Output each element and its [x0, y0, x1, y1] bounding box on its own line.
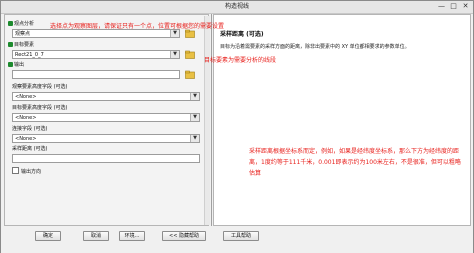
cancel-button[interactable]: 取消: [83, 231, 109, 241]
target-features-value: Rect21_0_7: [15, 52, 44, 58]
observer-points-label: 观点分析: [14, 21, 35, 27]
browse-folder-icon[interactable]: [185, 29, 195, 38]
observer-height-field-combo[interactable]: <None> ▼: [12, 92, 200, 101]
output-direction-label: 输出方向: [21, 169, 42, 175]
chevron-down-icon[interactable]: ▼: [170, 51, 179, 58]
title-bar: 构造视线 — □ ✕: [1, 1, 473, 14]
target-height-field-label: 目标要素高度字段 (可选): [12, 105, 68, 111]
chevron-down-icon[interactable]: ▼: [170, 30, 179, 37]
annotation-observer: 选择点为观察图层，请保证只有一个点，位置可根据您的需要设置: [50, 23, 225, 30]
sampling-distance-label: 采样距离 (可选): [12, 146, 48, 152]
help-text: 目标为沿着需要素的采样方面的距离，除非出要素中的 XY 单位都相要求的参数单位。: [220, 44, 410, 50]
tool-dialog: 构造视线 — □ ✕ 观点分析 观察点 ▼ 目标要素 Rect21_0_7 ▼ …: [0, 0, 474, 253]
browse-folder-icon[interactable]: [185, 50, 195, 59]
target-features-label: 目标要素: [14, 42, 35, 48]
window-title: 构造视线: [224, 3, 249, 10]
environments-button[interactable]: 环境...: [119, 231, 145, 241]
observer-height-field-value: <None>: [15, 94, 37, 100]
help-pane: 采样距离 (可选) 目标为沿着需要素的采样方面的距离，除非出要素中的 XY 单位…: [213, 14, 471, 226]
observer-points-value: 观察点: [15, 31, 31, 37]
chevron-down-icon[interactable]: ▼: [190, 114, 199, 121]
ok-button[interactable]: 确定: [35, 231, 61, 241]
hide-help-button[interactable]: << 隐藏帮助: [162, 231, 206, 241]
observer-points-combo[interactable]: 观察点 ▼: [12, 29, 180, 38]
join-field-combo[interactable]: <None> ▼: [12, 134, 200, 143]
output-label: 输出: [14, 62, 25, 68]
browse-folder-icon[interactable]: [185, 70, 195, 79]
join-field-value: <None>: [15, 136, 37, 142]
target-height-field-value: <None>: [15, 115, 37, 121]
sampling-distance-input[interactable]: [12, 154, 200, 163]
required-indicator-icon: [8, 21, 13, 26]
chevron-down-icon[interactable]: ▼: [190, 135, 199, 142]
output-input[interactable]: [12, 70, 180, 79]
output-direction-checkbox[interactable]: [12, 167, 19, 174]
pane-splitter[interactable]: [211, 14, 212, 226]
close-button[interactable]: ✕: [459, 2, 472, 11]
join-field-label: 连接字段 (可选): [12, 126, 48, 132]
help-title: 采样距离 (可选): [220, 31, 264, 38]
target-features-combo[interactable]: Rect21_0_7 ▼: [12, 50, 180, 59]
annotation-sampling: 采样距离根据坐标系而定，例如，如果是经纬度坐标系，那么下方为经纬度的距离，1度约…: [249, 148, 461, 177]
target-height-field-combo[interactable]: <None> ▼: [12, 113, 200, 122]
tool-help-button[interactable]: 工具帮助: [223, 231, 259, 241]
observer-height-field-label: 观察要素高度字段 (可选): [12, 84, 68, 90]
annotation-target: 目标要素为需要分析的线段: [204, 57, 277, 64]
required-indicator-icon: [8, 42, 13, 47]
chevron-down-icon[interactable]: ▼: [190, 93, 199, 100]
required-indicator-icon: [8, 62, 13, 67]
parameters-scrollbar[interactable]: [204, 16, 210, 225]
parameters-pane: 观点分析 观察点 ▼ 目标要素 Rect21_0_7 ▼ 输出 观察要素高度字段…: [4, 14, 210, 226]
